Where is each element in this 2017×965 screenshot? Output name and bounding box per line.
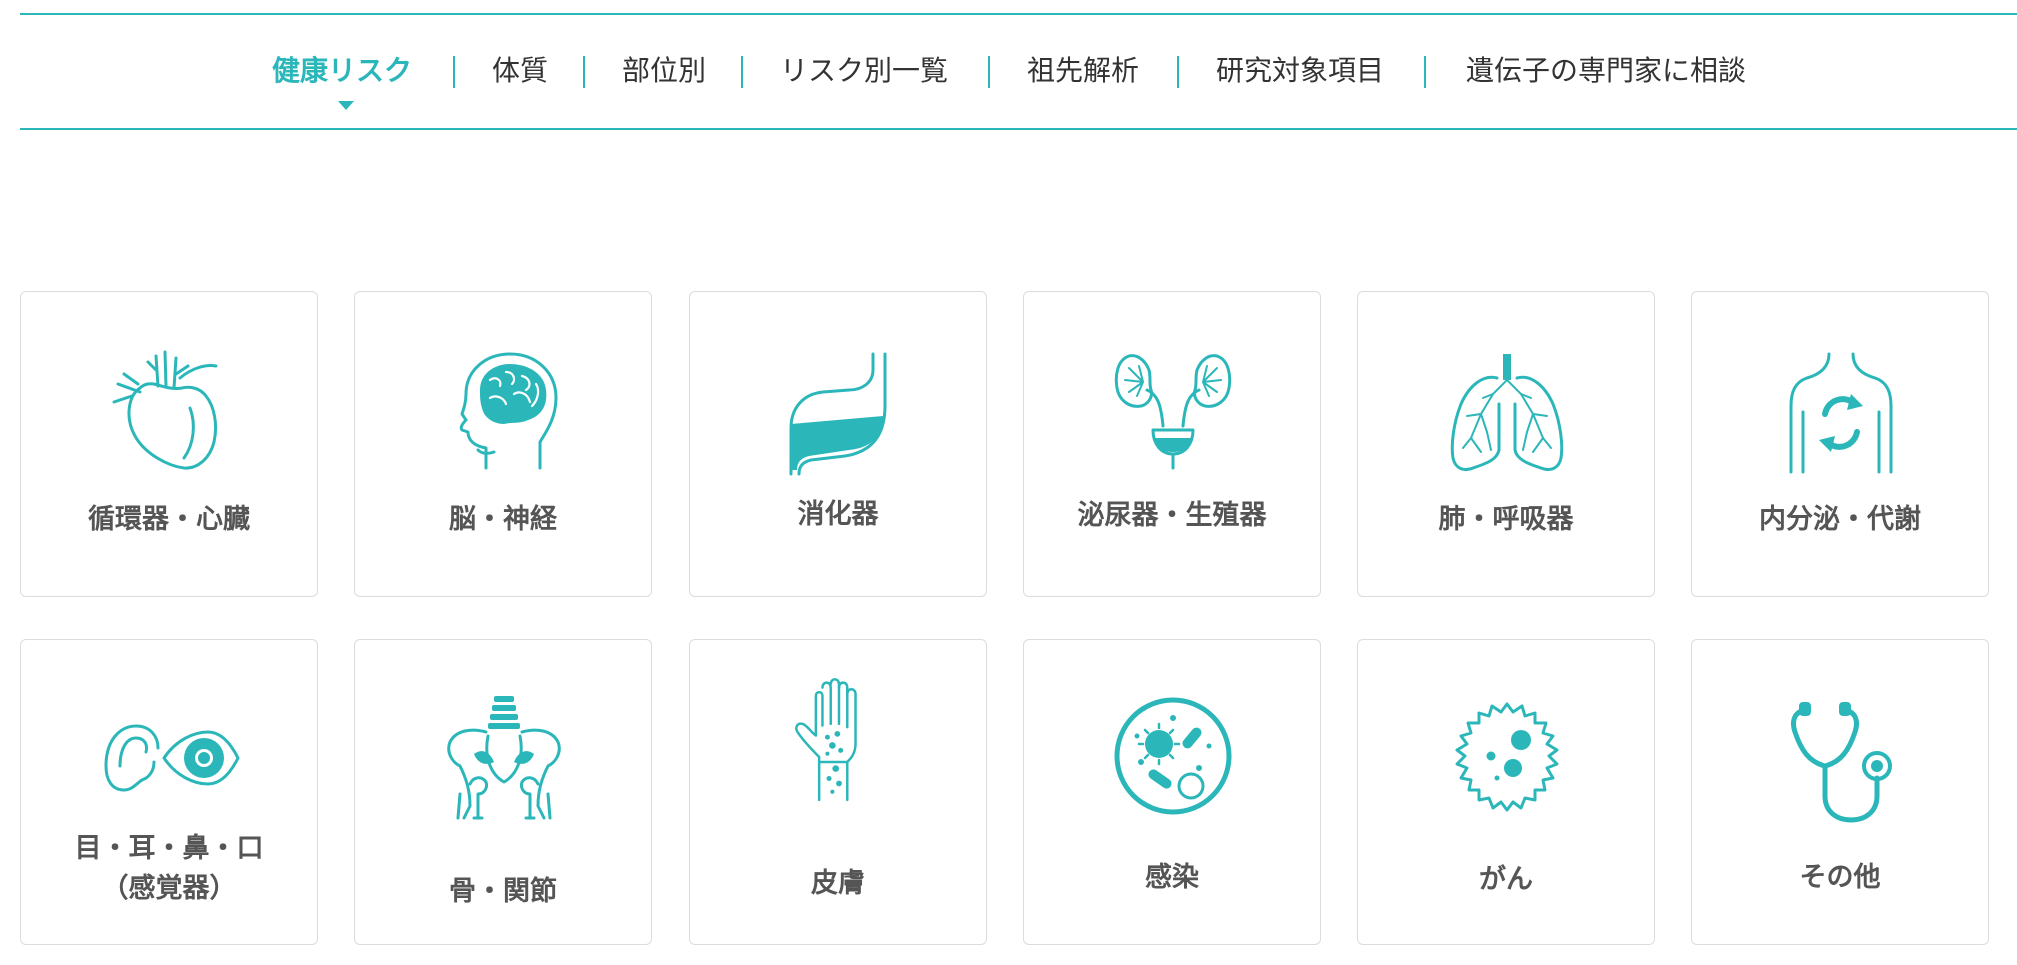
category-label-line2: （感覚器） — [101, 873, 237, 904]
tab-research-items[interactable]: 研究対象項目 — [1216, 51, 1384, 91]
tab-divider — [583, 56, 585, 88]
tab-health-risk[interactable]: 健康リスク — [272, 51, 412, 91]
bacteria-icon — [1114, 697, 1232, 815]
category-label: 消化器 — [797, 499, 879, 530]
category-label-line1: 目・耳・鼻・口 — [74, 833, 264, 864]
category-label: 内分泌・代謝 — [1759, 504, 1921, 535]
category-card-sensory[interactable]: 目・耳・鼻・口 （感覚器） — [20, 639, 318, 945]
active-tab-indicator — [338, 101, 354, 110]
category-card-skin[interactable]: 皮膚 — [689, 639, 987, 945]
tab-divider — [741, 56, 743, 88]
category-label: 泌尿器・生殖器 — [1077, 500, 1267, 531]
heart-icon — [112, 350, 218, 470]
category-label: 肺・呼吸器 — [1438, 504, 1574, 535]
category-card-cancer[interactable]: がん — [1357, 639, 1655, 945]
pelvis-bone-icon — [447, 696, 561, 820]
category-label: 脳・神経 — [449, 504, 557, 535]
category-card-bone-joint[interactable]: 骨・関節 — [354, 639, 652, 945]
page: 健康リスク 体質 部位別 リスク別一覧 祖先解析 研究対象項目 遺伝子の専門家に… — [0, 0, 2017, 965]
skin-hand-icon — [795, 678, 857, 802]
tab-divider — [1177, 56, 1179, 88]
category-label: その他 — [1799, 862, 1881, 893]
category-card-digestive[interactable]: 消化器 — [689, 291, 987, 597]
tab-divider — [453, 56, 455, 88]
stomach-icon — [789, 352, 887, 476]
tab-by-body-part[interactable]: 部位別 — [622, 51, 706, 91]
category-card-brain-nerve[interactable]: 脳・神経 — [354, 291, 652, 597]
category-label: 循環器・心臓 — [88, 504, 250, 535]
metabolism-cycle-icon — [1789, 352, 1893, 474]
tab-divider — [1424, 56, 1426, 88]
category-tab-nav: 健康リスク 体質 部位別 リスク別一覧 祖先解析 研究対象項目 遺伝子の専門家に… — [20, 13, 2017, 130]
brain-icon — [459, 352, 558, 470]
stethoscope-icon — [1790, 702, 1892, 823]
category-card-other[interactable]: その他 — [1691, 639, 1989, 945]
category-label: 皮膚 — [811, 868, 865, 899]
category-card-urinary-reproductive[interactable]: 泌尿器・生殖器 — [1023, 291, 1321, 597]
category-label: 骨・関節 — [449, 876, 557, 907]
tab-ancestry[interactable]: 祖先解析 — [1027, 51, 1139, 91]
category-label: 目・耳・鼻・口 （感覚器） — [21, 829, 317, 909]
category-card-endocrine-metabolism[interactable]: 内分泌・代謝 — [1691, 291, 1989, 597]
cancer-cell-icon — [1455, 702, 1559, 812]
category-card-lung-respiratory[interactable]: 肺・呼吸器 — [1357, 291, 1655, 597]
tab-constitution[interactable]: 体質 — [492, 51, 548, 91]
lungs-icon — [1450, 354, 1564, 472]
tab-genetic-counseling[interactable]: 遺伝子の専門家に相談 — [1466, 51, 1746, 91]
category-card-infection[interactable]: 感染 — [1023, 639, 1321, 945]
tab-risk-list[interactable]: リスク別一覧 — [780, 51, 948, 91]
tab-divider — [988, 56, 990, 88]
category-card-cardiovascular[interactable]: 循環器・心臓 — [20, 291, 318, 597]
category-label: がん — [1479, 864, 1533, 895]
ear-eye-icon — [104, 724, 240, 792]
category-label: 感染 — [1145, 862, 1199, 893]
kidney-bladder-icon — [1114, 354, 1232, 470]
